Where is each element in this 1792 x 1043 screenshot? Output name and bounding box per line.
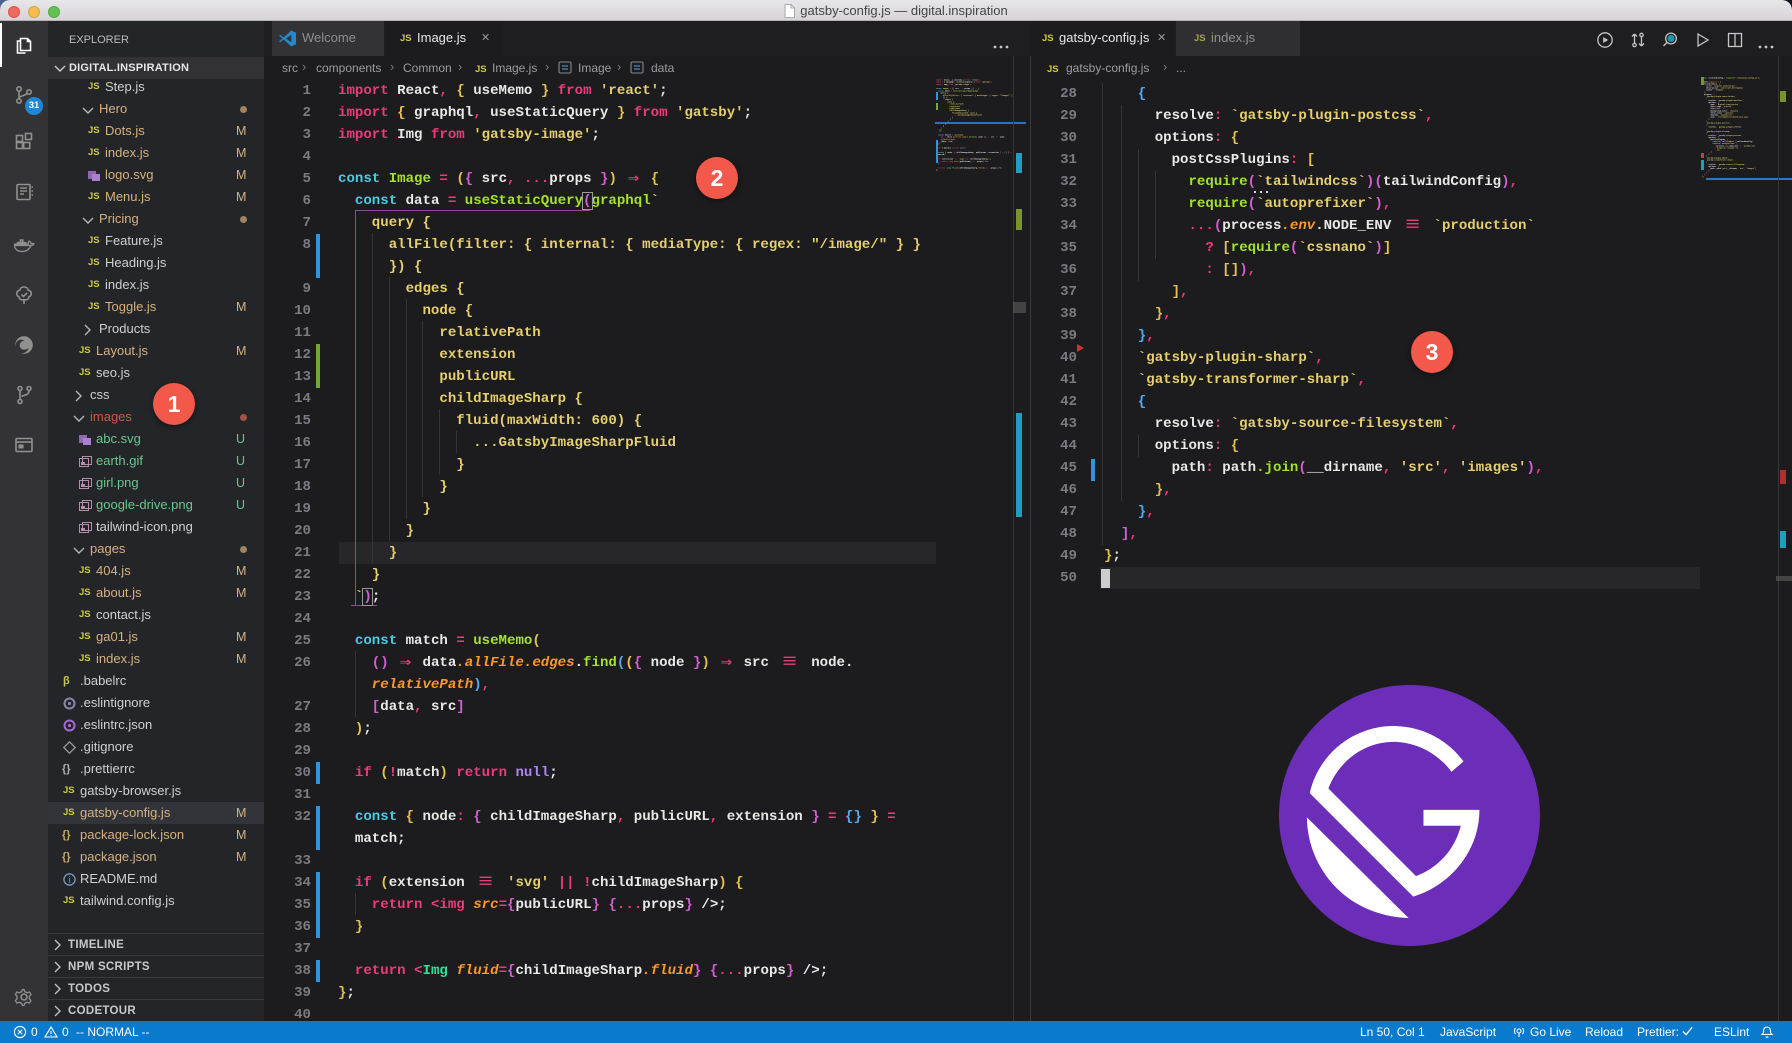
svg-text:i: i [68,874,71,884]
